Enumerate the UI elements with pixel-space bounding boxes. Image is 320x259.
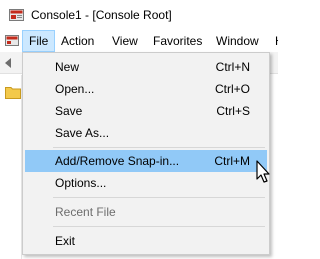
mmc-window: Console1 - [Console Root] File Action Vi… [0,0,278,259]
menu-action[interactable]: Action [55,30,100,52]
menu-item-add-remove-snap-in[interactable]: Add/Remove Snap-in... Ctrl+M [25,150,267,172]
menu-item-shortcut: Ctrl+M [214,154,250,168]
menu-item-label: New [55,60,80,74]
menu-file[interactable]: File [22,30,56,52]
menu-item-new[interactable]: New Ctrl+N [25,56,267,78]
menu-separator [53,147,265,148]
console-app-icon [9,9,24,21]
menu-item-save[interactable]: Save Ctrl+S [25,100,267,122]
menu-item-exit[interactable]: Exit [25,230,267,252]
menu-item-shortcut: Ctrl+O [214,82,250,96]
menu-favorites[interactable]: Favorites [147,30,208,52]
menu-item-recent-file: Recent File [25,201,267,223]
menu-item-label: Open... [55,82,95,96]
console-tree-pane [0,75,22,259]
menu-view[interactable]: View [106,30,144,52]
menu-item-label: Exit [55,234,76,248]
menu-item-save-as[interactable]: Save As... [25,122,267,144]
back-arrow-icon[interactable] [2,56,16,70]
menu-separator [53,226,265,227]
menu-help[interactable]: H [269,30,278,52]
menu-item-shortcut: Ctrl+N [215,60,250,74]
menu-bar: File Action View Favorites Window H [0,30,278,52]
menu-window[interactable]: Window [210,30,265,52]
mouse-pointer-icon [256,160,270,183]
menu-item-shortcut: Ctrl+S [216,104,250,118]
menu-item-label: Add/Remove Snap-in... [55,154,180,168]
menu-item-label: Options... [55,176,107,190]
menu-item-open[interactable]: Open... Ctrl+O [25,78,267,100]
file-menu-dropdown: New Ctrl+N Open... Ctrl+O Save Ctrl+S Sa… [22,52,270,255]
menu-separator [53,197,265,198]
menu-item-label: Save As... [55,126,110,140]
menu-item-label: Recent File [55,205,116,219]
menu-item-label: Save [55,104,83,118]
menu-item-options[interactable]: Options... [25,172,267,194]
folder-icon[interactable] [5,86,21,99]
system-menu-icon[interactable] [4,33,20,49]
title-bar: Console1 - [Console Root] [0,0,278,30]
window-title: Console1 - [Console Root] [31,8,172,22]
